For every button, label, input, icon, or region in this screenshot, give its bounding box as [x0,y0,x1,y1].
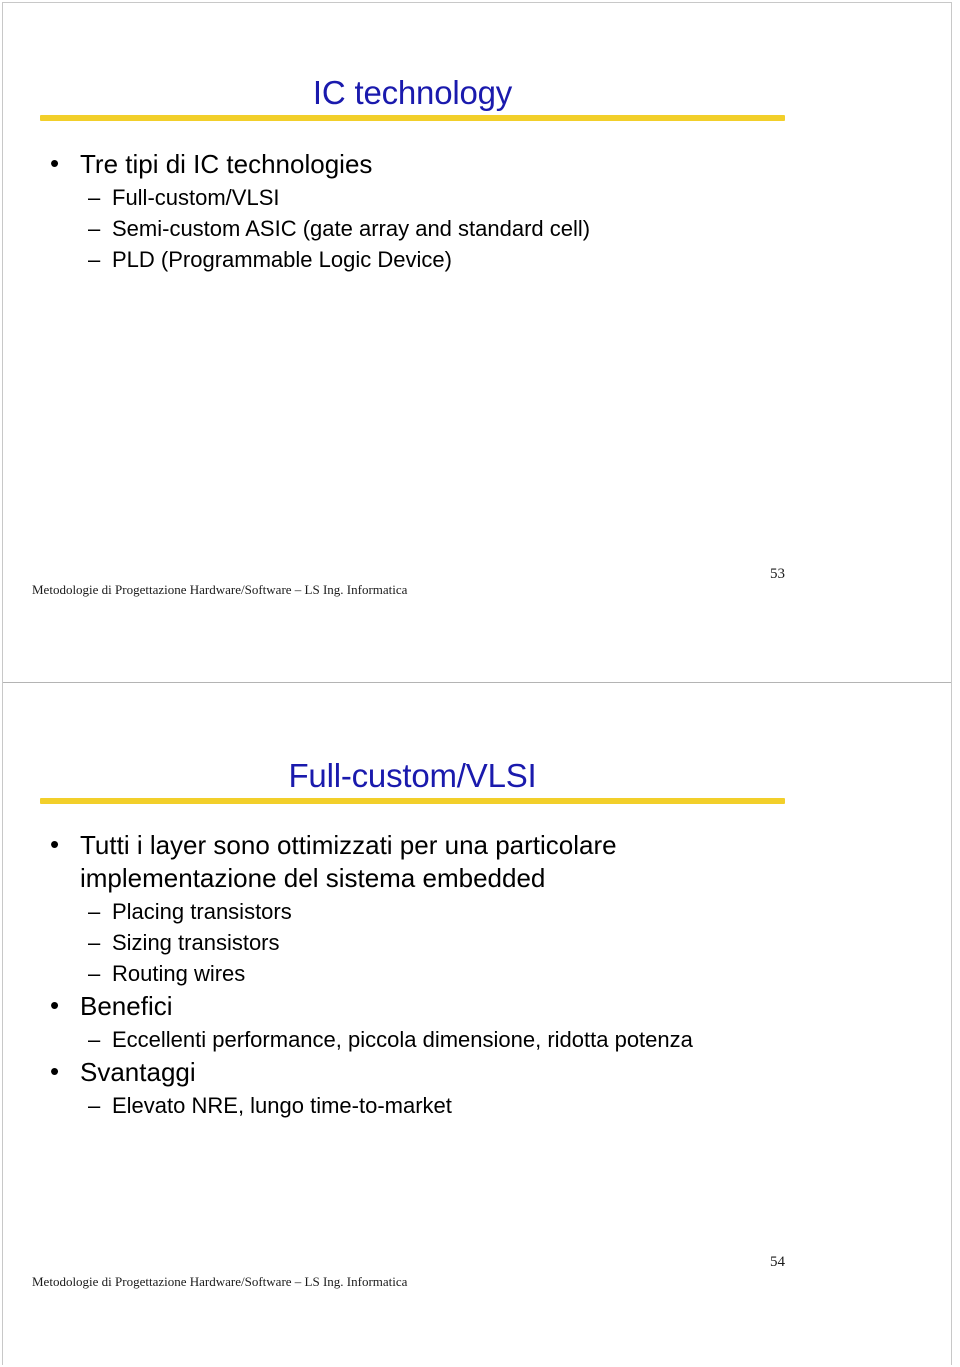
bullet-marker-dot: • [50,1056,60,1086]
slide-body-list: • Tre tipi di IC technologies – Full-cus… [0,148,820,276]
list-item-label: Full-custom/VLSI [112,185,280,210]
slide-page-number: 54 [770,1254,785,1270]
bullet-marker-dash: – [88,1027,101,1052]
list-item: – Semi-custom ASIC (gate array and stand… [0,214,820,244]
bullet-marker-dash: – [88,216,101,241]
list-item-label: Tre tipi di IC technologies [80,149,373,179]
list-item-label: Eccellenti performance, piccola dimensio… [112,1027,693,1052]
list-item-label: Placing transistors [112,899,292,924]
list-item: – Eccellenti performance, piccola dimens… [0,1025,820,1055]
slide-title: IC technology [312,74,513,112]
list-item: – Routing wires [0,959,820,989]
bullet-marker-dash: – [88,185,101,210]
bullet-marker-dash: – [88,930,101,955]
list-item: – PLD (Programmable Logic Device) [0,245,820,275]
list-item-label: PLD (Programmable Logic Device) [112,247,452,272]
slide-ic-technology: IC technology • Tre tipi di IC technolog… [0,0,960,683]
list-item: • Svantaggi [0,1056,820,1089]
title-underline-rule [40,798,785,804]
slide-title: Full-custom/VLSI [288,757,537,795]
list-item: – Full-custom/VLSI [0,183,820,213]
list-item-label: Sizing transistors [112,930,280,955]
bullet-marker-dot: • [50,990,60,1020]
slide-footer-text: Metodologie di Progettazione Hardware/So… [32,582,408,597]
list-item-label: Benefici [80,991,173,1021]
list-item: • Benefici [0,990,820,1023]
title-underline-rule [40,115,785,121]
list-item: – Elevato NRE, lungo time-to-market [0,1091,820,1121]
bullet-marker-dot: • [50,829,60,859]
slide-body-list: • Tutti i layer sono ottimizzati per una… [0,829,820,1122]
list-item-label: Elevato NRE, lungo time-to-market [112,1093,452,1118]
list-item-label: Routing wires [112,961,246,986]
list-item: • Tre tipi di IC technologies [0,148,820,181]
list-item: – Placing transistors [0,897,820,927]
bullet-marker-dash: – [88,961,101,986]
slide-full-custom-vlsi: Full-custom/VLSI • Tutti i layer sono ot… [0,683,960,1367]
slide-page-number: 53 [770,566,785,582]
bullet-marker-dash: – [88,247,101,272]
list-item-label: Semi-custom ASIC (gate array and standar… [112,216,591,241]
bullet-marker-dash: – [88,899,101,924]
list-item-label: Tutti i layer sono ottimizzati per una p… [80,830,617,893]
list-item: – Sizing transistors [0,928,820,958]
bullet-marker-dash: – [88,1093,101,1118]
list-item-label: Svantaggi [80,1057,196,1087]
bullet-marker-dot: • [50,148,60,178]
slide-footer-text: Metodologie di Progettazione Hardware/So… [32,1274,408,1289]
list-item: • Tutti i layer sono ottimizzati per una… [0,829,820,895]
